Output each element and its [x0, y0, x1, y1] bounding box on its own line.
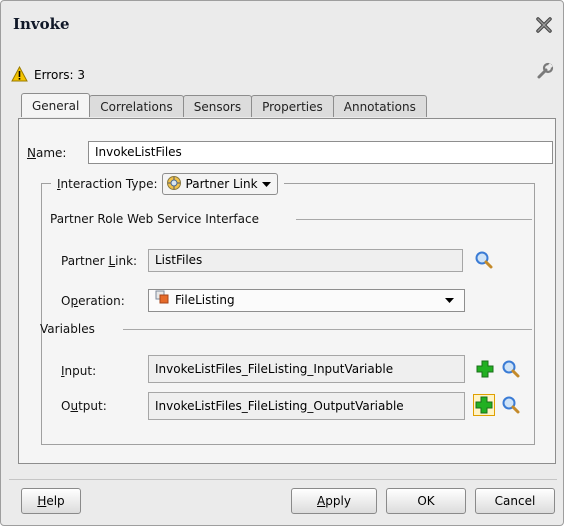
variables-section-label: Variables [40, 322, 95, 336]
search-icon[interactable] [474, 250, 494, 270]
ok-button[interactable]: OK [386, 488, 466, 514]
close-icon[interactable] [534, 15, 554, 35]
warning-icon [11, 65, 28, 85]
tab-bar: General Correlations Sensors Properties … [21, 93, 427, 117]
tab-annotations[interactable]: Annotations [332, 95, 427, 117]
help-button[interactable]: Help [21, 488, 81, 514]
operation-icon [155, 290, 169, 311]
operation-value: FileListing [175, 293, 235, 307]
tab-correlations[interactable]: Correlations [89, 95, 184, 117]
invoke-dialog: Invoke Errors: 3 General Correlations Se… [0, 0, 564, 526]
partner-role-section-label: Partner Role Web Service Interface [50, 212, 259, 226]
tab-general[interactable]: General [21, 93, 91, 117]
name-label: Name: [27, 146, 67, 160]
name-input[interactable]: InvokeListFiles [88, 141, 553, 164]
interaction-type-value: Partner Link [185, 177, 258, 191]
chevron-down-icon [445, 290, 454, 311]
input-label: Input: [61, 364, 97, 378]
wrench-icon[interactable] [535, 61, 555, 81]
tab-properties[interactable]: Properties [251, 95, 334, 117]
footer-divider [9, 479, 557, 480]
interaction-type-dropdown[interactable]: Partner Link [161, 173, 278, 195]
output-label: Output: [61, 399, 107, 413]
operation-label: Operation: [61, 294, 125, 308]
section-divider [123, 329, 532, 330]
operation-dropdown[interactable]: FileListing [148, 289, 465, 312]
add-icon[interactable] [475, 359, 495, 379]
partner-link-label: Partner Link: [61, 254, 138, 268]
add-icon[interactable] [473, 394, 495, 416]
chevron-down-icon [261, 177, 271, 191]
apply-button[interactable]: Apply [291, 488, 377, 514]
tab-sensors[interactable]: Sensors [182, 95, 253, 117]
section-divider [296, 219, 532, 220]
errors-text: Errors: 3 [34, 68, 85, 82]
interaction-type-label: Interaction Type: [57, 177, 158, 191]
partner-link-icon [166, 175, 182, 194]
search-icon[interactable] [501, 395, 521, 415]
interaction-type-legend: Interaction Type: Partner Link [51, 173, 284, 195]
input-variable-field: InvokeListFiles_FileListing_InputVariabl… [148, 355, 465, 383]
search-icon[interactable] [501, 359, 521, 379]
output-variable-field: InvokeListFiles_FileListing_OutputVariab… [148, 392, 465, 420]
cancel-button[interactable]: Cancel [475, 488, 555, 514]
partner-link-field: ListFiles [148, 249, 463, 272]
dialog-title: Invoke [13, 15, 70, 33]
errors-indicator[interactable]: Errors: 3 [11, 65, 85, 85]
